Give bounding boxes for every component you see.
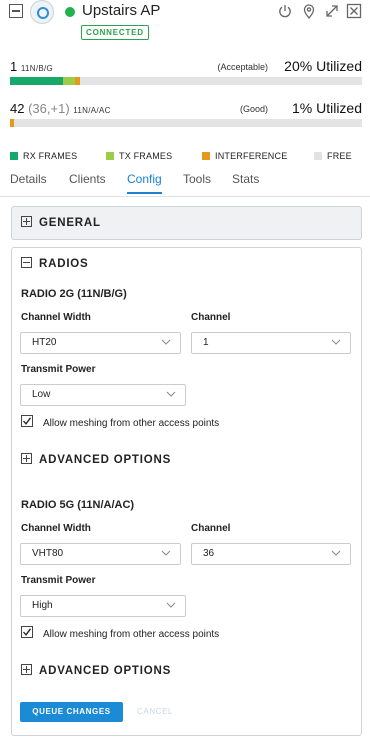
legend-free: FREE — [314, 151, 352, 161]
transmit-power-label: Transmit Power — [21, 575, 96, 586]
band-label: 11N/A/AC — [73, 106, 111, 115]
utilization-legend: RX FRAMES TX FRAMES INTERFERENCE FREE — [10, 151, 362, 163]
select-value: HT20 — [32, 337, 57, 348]
channel-delta: (36,+1) — [28, 101, 70, 116]
radios-section-title: RADIOS — [39, 258, 89, 270]
utilization-bar — [10, 119, 362, 127]
checkmark-icon — [23, 628, 32, 636]
radio-2g-channel-width-select[interactable]: HT20 — [20, 332, 181, 354]
checkmark-icon — [23, 417, 32, 425]
legend-tx-frames: TX FRAMES — [106, 151, 172, 161]
legend-label: INTERFERENCE — [215, 151, 288, 161]
utilization-label: 20% Utilized — [284, 58, 362, 74]
cancel-button[interactable]: CANCEL — [137, 702, 177, 722]
quality-label: (Good) — [239, 104, 268, 114]
radios-section-header[interactable]: RADIOS — [21, 257, 89, 270]
legend-swatch — [202, 152, 210, 160]
expand-plus-icon — [21, 216, 32, 227]
tab-clients[interactable]: Clients — [69, 172, 106, 192]
legend-label: FREE — [327, 151, 352, 161]
channel-width-label: Channel Width — [21, 312, 91, 323]
radio-5g-transmit-power-select[interactable]: High — [20, 595, 186, 617]
legend-rx-frames: RX FRAMES — [10, 151, 77, 161]
radio-2g-transmit-power-select[interactable]: Low — [20, 384, 186, 406]
radio-2g-title: RADIO 2G (11N/B/G) — [21, 288, 127, 300]
radio-2g-meshing-label: Allow meshing from other access points — [43, 418, 220, 429]
legend-swatch — [314, 152, 322, 160]
chevron-down-icon — [161, 339, 171, 345]
tab-stats[interactable]: Stats — [232, 172, 259, 192]
legend-label: TX FRAMES — [119, 151, 173, 161]
advanced-options-label: ADVANCED OPTIONS — [39, 454, 172, 466]
legend-label: RX FRAMES — [23, 151, 78, 161]
expand-plus-icon — [21, 664, 32, 675]
channel-number: 42 — [10, 101, 25, 116]
tx-frames-segment — [62, 77, 76, 85]
device-title: Upstairs AP — [82, 2, 161, 19]
general-section-title: GENERAL — [39, 217, 101, 229]
power-icon[interactable] — [277, 3, 293, 19]
tab-divider — [0, 196, 370, 197]
radio-2g-advanced-options[interactable]: ADVANCED OPTIONS — [21, 453, 171, 466]
radio-5g-advanced-options[interactable]: ADVANCED OPTIONS — [21, 664, 171, 677]
radio-5g-channel-select[interactable]: 36 — [191, 543, 351, 565]
utilization-bar — [10, 77, 362, 85]
select-value: Low — [32, 389, 51, 400]
collapse-minus-icon — [21, 257, 32, 268]
queue-changes-button[interactable]: QUEUE CHANGES — [20, 702, 123, 722]
location-pin-icon[interactable] — [301, 3, 317, 19]
legend-swatch — [10, 152, 18, 160]
channel-info: 42 (36,+1) 11N/A/AC — [10, 101, 111, 116]
chevron-down-icon — [331, 550, 341, 556]
status-badge: CONNECTED — [81, 25, 149, 40]
select-value: High — [32, 600, 53, 611]
band-label: 11N/B/G — [20, 64, 54, 73]
channel-label: Channel — [191, 523, 231, 534]
collapse-icon[interactable] — [9, 4, 23, 18]
select-value: VHT80 — [32, 548, 64, 559]
tab-bar: Details Clients Config Tools Stats — [10, 172, 362, 196]
utilization-label: 1% Utilized — [291, 100, 362, 116]
quality-label: (Acceptable) — [217, 62, 268, 72]
tab-config[interactable]: Config — [127, 172, 162, 194]
transmit-power-label: Transmit Power — [21, 364, 96, 375]
chevron-down-icon — [166, 391, 176, 397]
chevron-down-icon — [166, 602, 176, 608]
radio-5g-channel-width-select[interactable]: VHT80 — [20, 543, 181, 565]
radio-2g-meshing-checkbox[interactable] — [21, 415, 33, 427]
interference-segment — [75, 77, 80, 85]
interference-segment — [10, 119, 14, 127]
chevron-down-icon — [331, 339, 341, 345]
tab-details[interactable]: Details — [10, 172, 47, 192]
legend-interference: INTERFERENCE — [202, 151, 287, 161]
select-value: 36 — [203, 548, 215, 559]
advanced-options-label: ADVANCED OPTIONS — [39, 665, 172, 677]
close-icon[interactable] — [346, 3, 362, 19]
status-dot — [65, 7, 75, 17]
rx-frames-segment — [10, 77, 63, 85]
access-point-icon — [30, 0, 54, 24]
device-header: Upstairs AP CONNECTED — [0, 0, 370, 45]
channel-number: 1 — [10, 59, 18, 74]
select-value: 1 — [203, 337, 209, 348]
radio-5g-meshing-checkbox[interactable] — [21, 626, 33, 638]
expand-plus-icon — [21, 453, 32, 464]
channel-label: Channel — [191, 312, 231, 323]
radio-5g-title: RADIO 5G (11N/A/AC) — [21, 499, 135, 511]
expand-icon[interactable] — [324, 3, 340, 19]
radio-2g-channel-select[interactable]: 1 — [191, 332, 351, 354]
legend-swatch — [106, 152, 114, 160]
channel-width-label: Channel Width — [21, 523, 91, 534]
tab-tools[interactable]: Tools — [183, 172, 211, 192]
radio-5g-meshing-label: Allow meshing from other access points — [43, 629, 220, 640]
general-section-header[interactable]: GENERAL — [21, 216, 101, 229]
channel-info: 1 11N/B/G — [10, 59, 53, 74]
chevron-down-icon — [161, 550, 171, 556]
general-section[interactable]: GENERAL — [11, 206, 362, 240]
